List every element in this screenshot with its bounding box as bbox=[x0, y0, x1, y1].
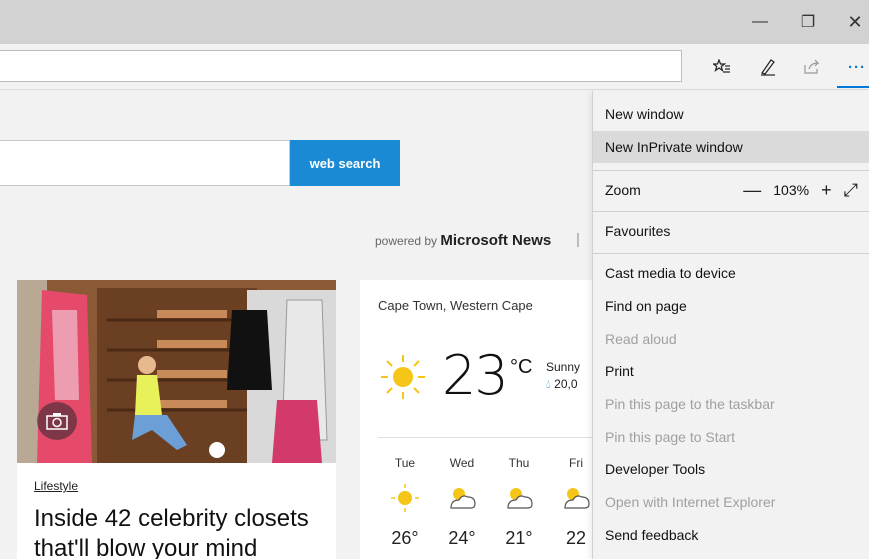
menu-print[interactable]: Print bbox=[593, 355, 869, 387]
menu-separator bbox=[593, 211, 869, 212]
title-bar: — ❐ ✕ bbox=[0, 0, 869, 44]
pen-icon bbox=[761, 59, 775, 76]
powered-brand[interactable]: Microsoft News bbox=[440, 232, 551, 249]
partly-cloudy-icon bbox=[450, 488, 476, 509]
forecast-day: Wed bbox=[449, 456, 475, 470]
fullscreen-icon[interactable]: ⤢ bbox=[844, 180, 858, 201]
menu-pin-taskbar[interactable]: Pin this page to the taskbar bbox=[593, 388, 869, 420]
zoom-level: 103% bbox=[773, 182, 810, 198]
zoom-in-button[interactable]: + bbox=[821, 180, 832, 201]
sun-icon bbox=[391, 484, 419, 512]
powered-prefix: powered by bbox=[375, 234, 438, 248]
sun-icon bbox=[381, 355, 425, 399]
forecast-day: Tue bbox=[394, 456, 416, 470]
menu-cast-media[interactable]: Cast media to device bbox=[593, 257, 869, 289]
current-temperature: 23 bbox=[442, 344, 509, 407]
share-icon bbox=[804, 59, 820, 74]
minimize-button[interactable]: — bbox=[745, 8, 775, 36]
forecast-temp: 24° bbox=[448, 528, 476, 548]
address-bar[interactable] bbox=[0, 50, 682, 82]
menu-open-with-ie[interactable]: Open with Internet Explorer bbox=[593, 486, 869, 518]
menu-send-feedback[interactable]: Send feedback bbox=[593, 519, 869, 551]
weather-location[interactable]: Cape Town, Western Cape bbox=[378, 298, 533, 313]
close-button[interactable]: ✕ bbox=[840, 8, 869, 36]
more-menu: New window New InPrivate window Zoom — 1… bbox=[592, 91, 869, 559]
weather-condition: Sunny bbox=[546, 360, 581, 374]
share-button[interactable] bbox=[798, 54, 826, 80]
zoom-out-button[interactable]: — bbox=[743, 180, 761, 201]
article-title[interactable]: Inside 42 celebrity closets that'll blow… bbox=[34, 504, 334, 559]
menu-new-inprivate-window[interactable]: New InPrivate window bbox=[593, 131, 869, 163]
maximize-button[interactable]: ❐ bbox=[793, 8, 823, 36]
more-button[interactable]: ··· bbox=[843, 54, 869, 80]
more-button-indicator bbox=[837, 86, 869, 88]
zoom-controls: — 103% + ⤢ bbox=[743, 174, 858, 206]
article-card[interactable]: Lifestyle Inside 42 celebrity closets th… bbox=[17, 280, 336, 559]
precipitation: 💧︎ 20,0 bbox=[546, 377, 578, 392]
favorites-list-button[interactable] bbox=[708, 54, 736, 80]
camera-icon bbox=[46, 413, 68, 430]
menu-find-on-page[interactable]: Find on page bbox=[593, 290, 869, 322]
article-image[interactable] bbox=[17, 280, 336, 463]
search-input[interactable] bbox=[0, 140, 290, 186]
menu-developer-tools[interactable]: Developer Tools bbox=[593, 453, 869, 485]
forecast-temp: 26° bbox=[391, 528, 419, 548]
powered-by: powered by Microsoft News bbox=[375, 232, 551, 249]
web-search-button[interactable]: web search bbox=[290, 140, 400, 186]
forecast-temp: 21° bbox=[505, 528, 533, 548]
forecast-day: Thu bbox=[508, 456, 530, 470]
precipitation-value: 20,0 bbox=[554, 377, 578, 391]
web-note-button[interactable] bbox=[754, 54, 782, 80]
article-category[interactable]: Lifestyle bbox=[34, 479, 78, 493]
divider: | bbox=[576, 231, 580, 248]
menu-separator bbox=[593, 170, 869, 171]
weather-divider bbox=[378, 437, 600, 438]
weather-widget[interactable]: Cape Town, Western Cape 23 °C Sunny 💧︎ 2… bbox=[360, 280, 600, 559]
menu-favourites[interactable]: Favourites bbox=[593, 215, 869, 247]
menu-new-window[interactable]: New window bbox=[593, 98, 869, 130]
zoom-label: Zoom bbox=[605, 182, 641, 198]
menu-separator bbox=[593, 253, 869, 254]
menu-read-aloud[interactable]: Read aloud bbox=[593, 323, 869, 355]
gallery-button[interactable] bbox=[37, 402, 77, 440]
temperature-unit[interactable]: °C bbox=[510, 356, 532, 379]
menu-pin-start[interactable]: Pin this page to Start bbox=[593, 421, 869, 453]
menu-zoom: Zoom — 103% + ⤢ bbox=[593, 174, 869, 206]
address-toolbar: ··· bbox=[0, 44, 869, 90]
star-list-icon bbox=[713, 59, 730, 73]
raindrop-icon: 💧︎ bbox=[546, 377, 551, 391]
partly-cloudy-icon bbox=[507, 488, 533, 509]
